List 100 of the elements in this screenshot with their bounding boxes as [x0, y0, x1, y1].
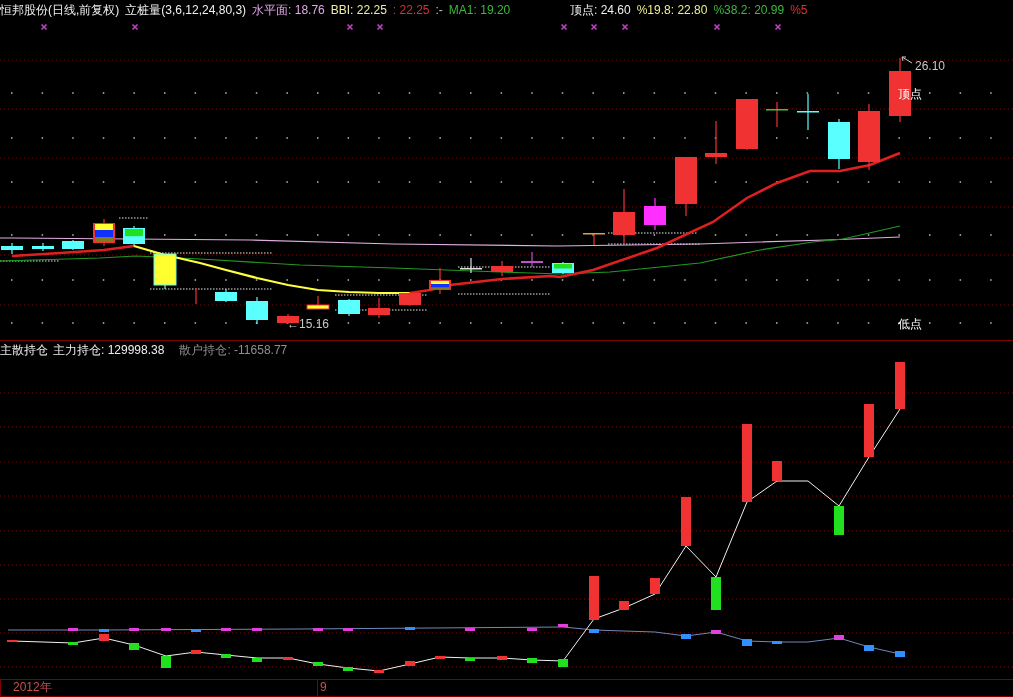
cross-marker-icon [346, 23, 354, 31]
cross-marker-icon [713, 23, 721, 31]
position-marker [283, 657, 293, 660]
position-marker [405, 661, 415, 666]
level-readout: %19.8: 22.80 [636, 3, 708, 17]
candlestick [583, 232, 605, 246]
position-marker [834, 635, 844, 640]
candlestick [828, 118, 850, 170]
position-marker [343, 667, 353, 671]
histogram-bar [681, 497, 691, 546]
position-marker [252, 658, 262, 662]
position-marker [558, 624, 568, 627]
position-marker [374, 670, 384, 673]
histogram-bar [834, 506, 844, 535]
position-marker [589, 629, 599, 633]
candlestick [123, 225, 145, 247]
histogram-bar [864, 404, 874, 457]
price-annotation: ←15.16 [287, 317, 330, 331]
histogram-bar [895, 362, 905, 409]
dotted-level-line [118, 217, 149, 219]
histogram-bar [589, 576, 599, 620]
candlestick [889, 57, 911, 123]
position-marker [405, 627, 415, 630]
position-marker [895, 651, 905, 657]
position-marker [681, 634, 691, 639]
position-marker [129, 628, 139, 631]
position-marker [742, 639, 752, 646]
position-marker [221, 654, 231, 658]
level-readout: %5 [790, 3, 808, 17]
position-marker [99, 634, 109, 641]
candlestick [552, 261, 574, 275]
histogram-bar [619, 601, 629, 610]
position-marker [191, 629, 201, 632]
candlestick [153, 253, 177, 290]
position-marker [99, 629, 109, 632]
candlestick [766, 101, 788, 128]
position-marker [129, 643, 139, 650]
candlestick [195, 287, 197, 305]
candlestick [306, 295, 330, 310]
cross-marker-icon [590, 23, 598, 31]
position-marker [435, 656, 445, 659]
cross-marker-icon [376, 23, 384, 31]
candlestick [215, 288, 237, 303]
position-marker [161, 628, 171, 631]
indicator-readout: BBI: 22.25 [330, 3, 387, 17]
candlestick [460, 257, 482, 274]
candlestick [521, 251, 543, 268]
position-readout: 主力持仓: 129998.38 [53, 343, 165, 358]
candlestick [246, 296, 268, 325]
position-marker [772, 641, 782, 644]
position-marker [313, 628, 323, 631]
indicator-readout: :- [435, 3, 443, 17]
position-marker [343, 628, 353, 631]
position-marker [7, 640, 17, 642]
position-marker [864, 645, 874, 651]
candlestick [736, 98, 758, 151]
indicator-readout: MA1: 19.20 [448, 3, 511, 17]
candlestick [338, 298, 360, 317]
arrow-icon [901, 56, 913, 64]
position-marker [465, 628, 475, 631]
candlestick [797, 93, 819, 131]
cross-marker-icon [131, 23, 139, 31]
histogram-bar [650, 578, 660, 594]
position-marker [711, 630, 721, 634]
level-readout: %38.2: 20.99 [713, 3, 785, 17]
indicator-readout: : 22.25 [392, 3, 430, 17]
price-annotation: 低点 [898, 317, 922, 331]
position-marker [465, 658, 475, 661]
candlestick [93, 218, 115, 247]
candlestick [858, 103, 880, 171]
candlestick [32, 242, 54, 252]
position-marker [497, 656, 507, 660]
panel-title: 主散持仓 [0, 343, 48, 358]
indicator-readout: 水平面: 18.76 [252, 3, 325, 17]
histogram-bar [711, 577, 721, 610]
candlestick [491, 260, 513, 277]
position-marker [221, 628, 231, 631]
level-readout: 顶点: 24.60 [570, 3, 631, 17]
candlestick [675, 156, 697, 217]
candlestick [399, 291, 421, 307]
candlestick [1, 242, 23, 255]
candlestick [429, 267, 451, 295]
time-axis-label: 9 [320, 680, 327, 694]
candlestick [613, 188, 635, 245]
position-marker [68, 642, 78, 645]
position-marker [527, 658, 537, 663]
price-annotation: 26.10 [915, 59, 946, 73]
position-marker [527, 628, 537, 631]
histogram-bar [772, 461, 782, 481]
candlestick [368, 297, 390, 319]
cross-marker-icon [621, 23, 629, 31]
cross-marker-icon [774, 23, 782, 31]
indicator-name: 立桩量(3,6,12,24,80,3) [125, 3, 247, 17]
stock-title: 恒邦股份(日线,前复权) [0, 3, 120, 17]
time-axis-label: 2012年 [13, 680, 52, 694]
candlestick [644, 197, 666, 231]
position-marker [313, 662, 323, 666]
position-marker [191, 650, 201, 654]
cross-marker-icon [560, 23, 568, 31]
candlestick [705, 120, 727, 165]
